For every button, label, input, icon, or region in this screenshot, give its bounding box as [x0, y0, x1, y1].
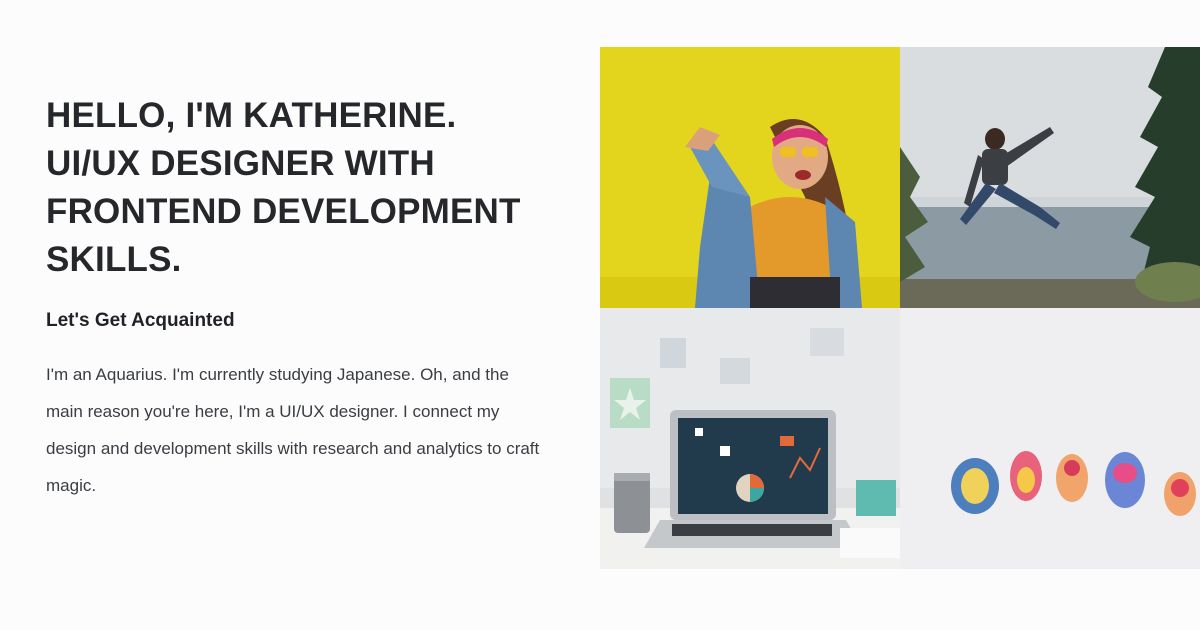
- bio-paragraph: I'm an Aquarius. I'm currently studying …: [46, 365, 540, 495]
- headline-line-3: FRONTEND DEVELOPMENT: [46, 192, 521, 231]
- headline-line-1: HELLO, I'M KATHERINE.: [46, 96, 457, 135]
- headline-line-4: SKILLS.: [46, 240, 182, 279]
- person-jumping-lakeside-photo: [900, 47, 1200, 308]
- intro-section: HELLO, I'M KATHERINE. UI/UX DESIGNER WIT…: [46, 92, 566, 504]
- section-subheading: Let's Get Acquainted: [46, 310, 235, 331]
- woman-laughing-yellow-wall-photo: [600, 47, 900, 308]
- laptop-on-desk-photo: [600, 308, 900, 569]
- painted-nail-tips-photo: [900, 308, 1200, 569]
- page-title: HELLO, I'M KATHERINE. UI/UX DESIGNER WIT…: [46, 92, 566, 284]
- photo-gallery: [600, 47, 1200, 569]
- headline-line-2: UI/UX DESIGNER WITH: [46, 144, 435, 183]
